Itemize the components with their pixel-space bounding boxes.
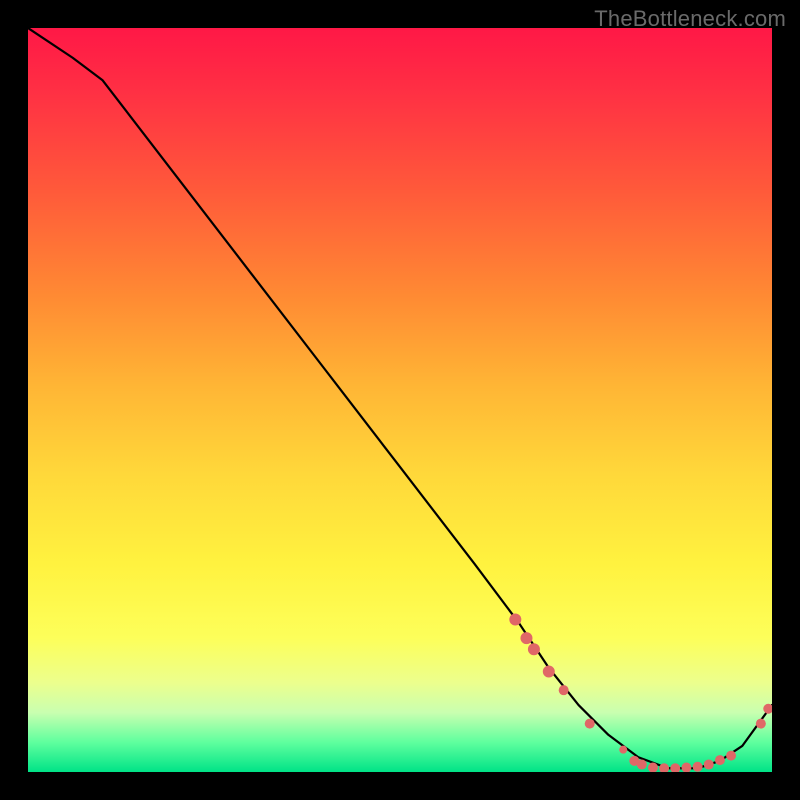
data-marker: [619, 746, 627, 754]
data-marker: [559, 685, 569, 695]
data-marker: [670, 763, 680, 772]
data-marker: [585, 719, 595, 729]
data-marker: [520, 632, 532, 644]
data-marker: [681, 763, 691, 772]
chart-plot-area: [28, 28, 772, 772]
data-marker: [704, 760, 714, 770]
data-marker: [763, 704, 772, 714]
data-marker: [693, 762, 703, 772]
chart-svg: [28, 28, 772, 772]
data-marker: [715, 755, 725, 765]
data-marker: [637, 760, 647, 770]
curve-line: [28, 28, 772, 768]
data-marker: [528, 643, 540, 655]
data-marker: [726, 751, 736, 761]
data-marker: [543, 666, 555, 678]
watermark-text: TheBottleneck.com: [594, 6, 786, 32]
data-marker: [756, 719, 766, 729]
chart-frame: TheBottleneck.com: [0, 0, 800, 800]
data-marker: [509, 613, 521, 625]
